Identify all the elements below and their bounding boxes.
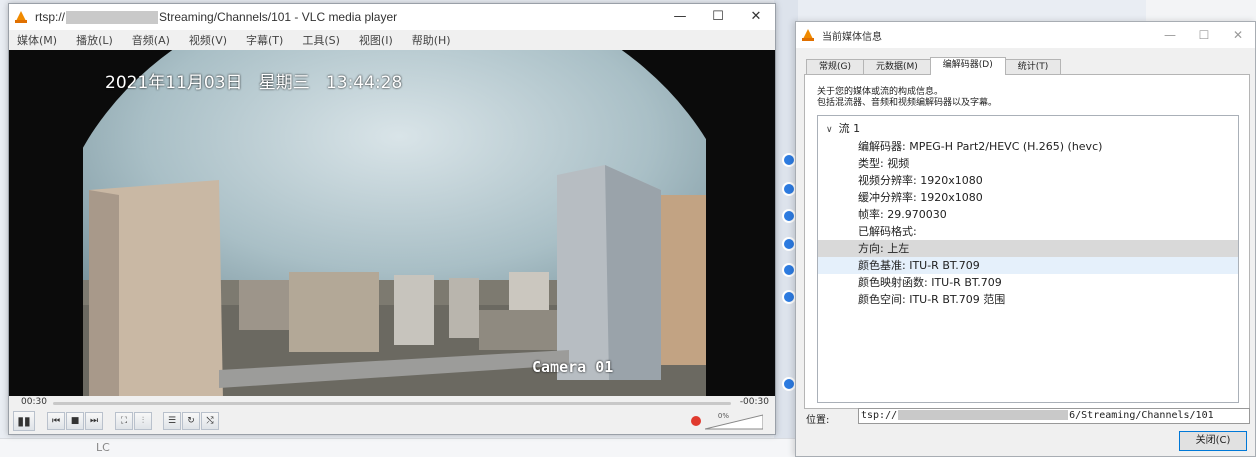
vlc-window[interactable]: rtsp://Streaming/Channels/101 - VLC medi… bbox=[8, 3, 776, 435]
codec-tree[interactable]: ∨ 流 1 编解码器: MPEG-H Part2/HEVC (H.265) (he… bbox=[817, 115, 1239, 403]
mute-icon[interactable] bbox=[691, 416, 701, 426]
codec-rows: 编解码器: MPEG-H Part2/HEVC (H.265) (hevc) 类… bbox=[818, 138, 1238, 308]
tree-row[interactable]: 视频分辨率: 1920x1080 bbox=[818, 172, 1238, 189]
close-button[interactable]: ✕ bbox=[737, 4, 775, 30]
tree-row[interactable]: 编解码器: MPEG-H Part2/HEVC (H.265) (hevc) bbox=[818, 138, 1238, 155]
codec-description: 关于您的媒体或流的构成信息。 包括混流器、音频和视频编解码器以及字幕。 bbox=[817, 87, 998, 108]
camera-view bbox=[9, 50, 775, 396]
volume-percent: 0% bbox=[717, 412, 729, 420]
menu-video[interactable]: 视频(V) bbox=[189, 32, 227, 48]
stream-node[interactable]: ∨ 流 1 bbox=[826, 120, 860, 136]
info-tabs: 常规(G) 元数据(M) 编解码器(D) 统计(T) bbox=[806, 57, 1062, 75]
chevron-down-icon[interactable]: ∨ bbox=[826, 125, 833, 135]
redacted-address bbox=[898, 410, 1069, 420]
media-info-titlebar[interactable]: 当前媒体信息 — ☐ ✕ bbox=[796, 22, 1255, 48]
fullscreen-button[interactable]: ⛶ bbox=[115, 412, 133, 430]
extended-settings-button[interactable]: ⫶ bbox=[134, 412, 152, 430]
playlist-button[interactable]: ☰ bbox=[163, 412, 181, 430]
tree-row[interactable]: 颜色空间: ITU-R BT.709 范围 bbox=[818, 291, 1238, 308]
loop-button[interactable]: ↻ bbox=[182, 412, 200, 430]
menu-media[interactable]: 媒体(M) bbox=[17, 32, 57, 48]
background-toggle bbox=[782, 209, 796, 223]
tree-row[interactable]: 颜色映射函数: ITU-R BT.709 bbox=[818, 274, 1238, 291]
location-label: 位置: bbox=[806, 415, 830, 426]
tree-row[interactable]: 已解码格式: bbox=[818, 223, 1238, 240]
dialog-window-controls: — ☐ ✕ bbox=[1153, 22, 1255, 48]
dialog-maximize-button[interactable]: ☐ bbox=[1187, 22, 1221, 48]
previous-button[interactable]: ⏮ bbox=[47, 412, 65, 430]
tab-general[interactable]: 常规(G) bbox=[806, 59, 864, 75]
remaining-time: -00:30 bbox=[739, 397, 769, 407]
elapsed-time: 00:30 bbox=[21, 397, 47, 407]
vlc-titlebar[interactable]: rtsp://Streaming/Channels/101 - VLC medi… bbox=[9, 4, 775, 30]
playback-controls: ▮▮ ⏮ ■ ⏭ ⛶ ⫶ ☰ ↻ ⤭ 0% bbox=[9, 410, 775, 434]
background-toggle bbox=[782, 290, 796, 304]
background-toggle bbox=[782, 237, 796, 251]
background-app-footer: LC bbox=[0, 438, 800, 457]
redacted-address bbox=[66, 11, 159, 25]
tab-codec[interactable]: 编解码器(D) bbox=[929, 57, 1006, 75]
seek-slider[interactable] bbox=[53, 402, 731, 405]
background-toggle bbox=[782, 377, 796, 391]
background-toggle bbox=[782, 153, 796, 167]
close-dialog-button[interactable]: 关闭(C) bbox=[1179, 431, 1247, 451]
background-footer-text: LC bbox=[96, 441, 110, 454]
background-toggle bbox=[782, 263, 796, 277]
pause-button[interactable]: ▮▮ bbox=[13, 411, 35, 431]
vlc-window-controls: — ☐ ✕ bbox=[661, 4, 775, 30]
volume-slider[interactable]: 0% bbox=[704, 412, 764, 430]
tree-row[interactable]: 类型: 视频 bbox=[818, 155, 1238, 172]
menu-help[interactable]: 帮助(H) bbox=[412, 32, 451, 48]
minimize-button[interactable]: — bbox=[661, 4, 699, 30]
tab-statistics[interactable]: 统计(T) bbox=[1004, 59, 1062, 75]
tab-metadata[interactable]: 元数据(M) bbox=[863, 59, 931, 75]
menu-audio[interactable]: 音频(A) bbox=[132, 32, 170, 48]
dialog-minimize-button[interactable]: — bbox=[1153, 22, 1187, 48]
osd-camera-label: Camera 01 bbox=[532, 358, 614, 376]
codec-pane: 关于您的媒体或流的构成信息。 包括混流器、音频和视频编解码器以及字幕。 ∨ 流 1… bbox=[804, 74, 1250, 409]
maximize-button[interactable]: ☐ bbox=[699, 4, 737, 30]
stop-button[interactable]: ■ bbox=[66, 412, 84, 430]
dialog-close-button[interactable]: ✕ bbox=[1221, 22, 1255, 48]
tree-row[interactable]: 缓冲分辨率: 1920x1080 bbox=[818, 189, 1238, 206]
location-field[interactable]: tsp://6/Streaming/Channels/101 bbox=[858, 408, 1250, 424]
media-info-title: 当前媒体信息 bbox=[822, 31, 882, 43]
next-button[interactable]: ⏭ bbox=[85, 412, 103, 430]
menu-tools[interactable]: 工具(S) bbox=[302, 32, 340, 48]
media-info-dialog[interactable]: 当前媒体信息 — ☐ ✕ 常规(G) 元数据(M) 编解码器(D) 统计(T) … bbox=[795, 21, 1256, 457]
menu-subtitle[interactable]: 字幕(T) bbox=[246, 32, 283, 48]
vlc-menubar: 媒体(M) 播放(L) 音频(A) 视频(V) 字幕(T) 工具(S) 视图(I… bbox=[9, 30, 775, 50]
vlc-cone-icon bbox=[802, 29, 814, 41]
menu-view[interactable]: 视图(I) bbox=[359, 32, 393, 48]
vlc-window-title: rtsp://Streaming/Channels/101 - VLC medi… bbox=[35, 9, 398, 25]
osd-timestamp: 2021年11月03日 星期三 13:44:28 bbox=[105, 73, 403, 93]
background-toggle bbox=[782, 182, 796, 196]
video-frame[interactable]: 2021年11月03日 星期三 13:44:28 Camera 01 bbox=[9, 50, 775, 396]
vlc-cone-icon bbox=[15, 11, 27, 23]
menu-playback[interactable]: 播放(L) bbox=[76, 32, 113, 48]
tree-row-hovered[interactable]: 颜色基准: ITU-R BT.709 bbox=[818, 257, 1238, 274]
volume-wedge-icon bbox=[704, 414, 764, 430]
tree-row-selected[interactable]: 方向: 上左 bbox=[818, 240, 1238, 257]
seek-bar-area: 00:30 -00:30 bbox=[9, 396, 775, 410]
shuffle-button[interactable]: ⤭ bbox=[201, 412, 219, 430]
tree-row[interactable]: 帧率: 29.970030 bbox=[818, 206, 1238, 223]
